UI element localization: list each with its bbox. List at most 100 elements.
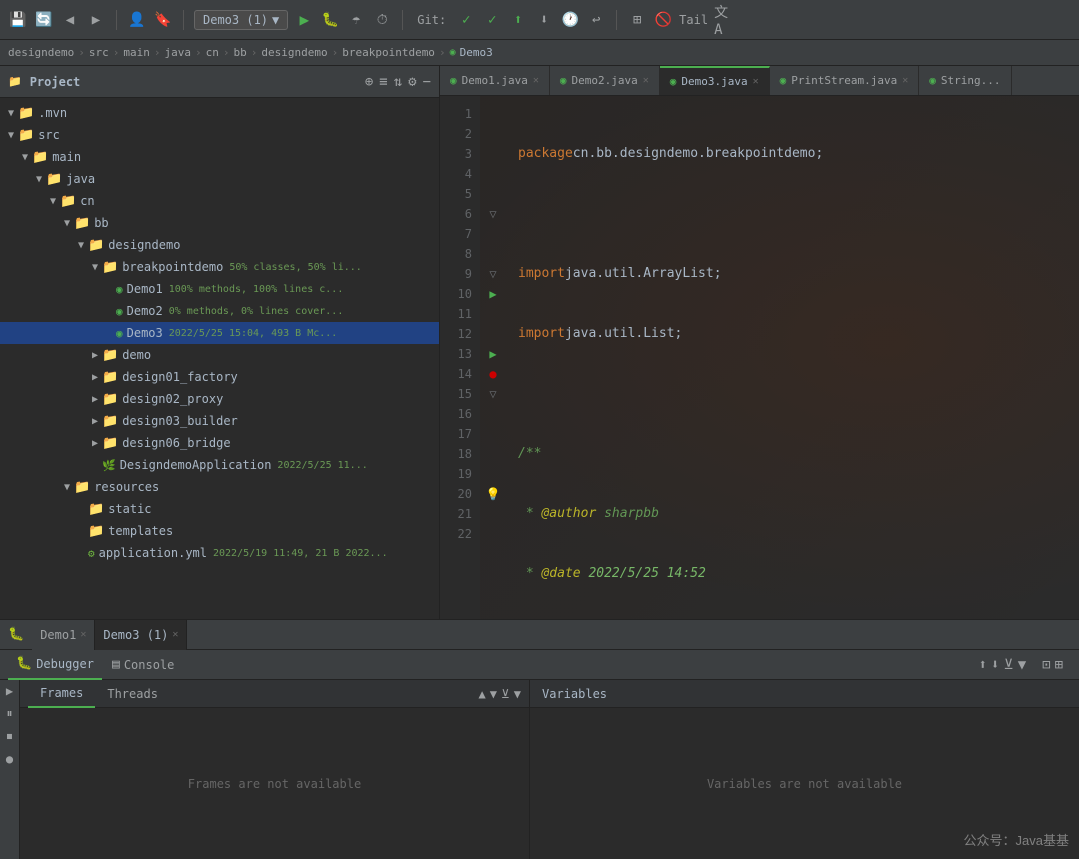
tab-close-demo1[interactable]: ✕ xyxy=(533,75,539,86)
tree-item-src[interactable]: ▼ 📁 src xyxy=(0,124,439,146)
debug-close-demo3[interactable]: ✕ xyxy=(172,629,178,640)
git-revert-icon[interactable]: ↩ xyxy=(586,10,606,30)
profile-icon[interactable]: ⏱ xyxy=(372,10,392,30)
tab-demo3[interactable]: ◉ Demo3.java ✕ xyxy=(660,66,770,96)
settings-icon[interactable]: ⚙ xyxy=(408,74,416,90)
resume-icon[interactable]: ▶ xyxy=(6,684,13,698)
forward-icon[interactable]: ▶ xyxy=(86,10,106,30)
debug-tab-console[interactable]: ▤ Console xyxy=(104,650,182,680)
step-into-icon[interactable]: ⬇ xyxy=(991,657,999,673)
code-content[interactable]: package cn.bb.designdemo.breakpointdemo;… xyxy=(506,96,1079,619)
tree-item-design02[interactable]: ▶ 📁 design02_proxy xyxy=(0,388,439,410)
tree-item-design01[interactable]: ▶ 📁 design01_factory xyxy=(0,366,439,388)
tree-item-mvn[interactable]: ▼ 📁 .mvn xyxy=(0,102,439,124)
frames-tab[interactable]: Frames xyxy=(28,680,95,708)
no-layout-icon[interactable]: 🚫 xyxy=(653,10,673,30)
tree-item-java[interactable]: ▼ 📁 java xyxy=(0,168,439,190)
down-icon[interactable]: ▼ xyxy=(490,687,497,701)
breakpoints-icon[interactable]: ● xyxy=(6,752,13,766)
meta-app: 2022/5/25 11... xyxy=(277,460,367,471)
stop-icon[interactable]: ⏹ xyxy=(6,729,12,744)
tab-close-demo3[interactable]: ✕ xyxy=(753,76,759,87)
tab-demo1[interactable]: ◉ Demo1.java ✕ xyxy=(440,66,550,96)
debug-run-icon[interactable]: 🐛 xyxy=(320,10,340,30)
git-label: Git: xyxy=(417,13,446,27)
translate-icon[interactable]: 文A xyxy=(714,10,734,30)
add-icon[interactable]: ⊕ xyxy=(365,74,373,90)
tab-demo2[interactable]: ◉ Demo2.java ✕ xyxy=(550,66,660,96)
sort-icon[interactable]: ⇅ xyxy=(394,74,402,90)
user-icon[interactable]: 👤 xyxy=(127,10,147,30)
coverage-icon[interactable]: ☂ xyxy=(346,10,366,30)
up-icon[interactable]: ▲ xyxy=(479,687,486,701)
git-check-icon[interactable]: ✓ xyxy=(456,10,476,30)
bookmark-icon[interactable]: 🔖 xyxy=(153,10,173,30)
more2-icon[interactable]: ▼ xyxy=(514,687,521,701)
tail-label: Tail xyxy=(679,13,708,27)
tree-item-templates[interactable]: 📁 templates xyxy=(0,520,439,542)
tab-printstream[interactable]: ◉ PrintStream.java ✕ xyxy=(770,66,920,96)
tree-item-cn[interactable]: ▼ 📁 cn xyxy=(0,190,439,212)
tree-item-demo2[interactable]: ◉ Demo2 0% methods, 0% lines cover... xyxy=(0,300,439,322)
filter-icon[interactable]: ⊻ xyxy=(1003,657,1013,673)
breadcrumb-breakpointdemo[interactable]: breakpointdemo xyxy=(342,46,435,59)
git-history-icon[interactable]: 🕐 xyxy=(560,10,580,30)
back-icon[interactable]: ◀ xyxy=(60,10,80,30)
breadcrumb-designdemo[interactable]: designdemo xyxy=(8,46,74,59)
breadcrumb-main[interactable]: main xyxy=(123,46,150,59)
collapse-icon[interactable]: ≡ xyxy=(379,74,387,90)
debug-session-demo1[interactable]: Demo1 ✕ xyxy=(32,620,95,650)
git-check2-icon[interactable]: ✓ xyxy=(482,10,502,30)
restore-icon[interactable]: ⊡ xyxy=(1042,657,1050,673)
project-sidebar: 📁 Project ⊕ ≡ ⇅ ⚙ − ▼ 📁 .mvn ▼ 📁 src xyxy=(0,66,440,619)
close-icon[interactable]: − xyxy=(423,74,431,90)
tree-item-designdemo[interactable]: ▼ 📁 designdemo xyxy=(0,234,439,256)
debug-frames-panel: Frames Threads ▲ ▼ ⊻ ▼ Frames are not av… xyxy=(20,680,530,859)
item-name-app: DesigndemoApplication xyxy=(120,458,272,472)
save-icon[interactable]: 💾 xyxy=(8,10,28,30)
tab-string[interactable]: ◉ String... xyxy=(919,66,1011,96)
sync-icon[interactable]: 🔄 xyxy=(34,10,54,30)
breadcrumb-sep2: › xyxy=(113,46,120,59)
layout-icon[interactable]: ⊞ xyxy=(627,10,647,30)
more-icon[interactable]: ▼ xyxy=(1018,657,1026,673)
step-over-icon[interactable]: ⬆ xyxy=(979,657,987,673)
tree-item-demo[interactable]: ▶ 📁 demo xyxy=(0,344,439,366)
tree-item-resources[interactable]: ▼ 📁 resources xyxy=(0,476,439,498)
breadcrumb-java[interactable]: java xyxy=(164,46,191,59)
debug-bug-icon[interactable]: 🐛 xyxy=(0,627,32,642)
tree-item-bb[interactable]: ▼ 📁 bb xyxy=(0,212,439,234)
debug-close-demo1[interactable]: ✕ xyxy=(80,629,86,640)
tree-item-app[interactable]: 🌿 DesigndemoApplication 2022/5/25 11... xyxy=(0,454,439,476)
git-merge-icon[interactable]: ⬇ xyxy=(534,10,554,30)
breadcrumb-bb[interactable]: bb xyxy=(233,46,246,59)
tree-item-static[interactable]: 📁 static xyxy=(0,498,439,520)
run-button[interactable]: ▶ xyxy=(294,10,314,30)
breadcrumb-src[interactable]: src xyxy=(89,46,109,59)
threads-tab[interactable]: Threads xyxy=(95,680,170,708)
git-push-icon[interactable]: ⬆ xyxy=(508,10,528,30)
tree-item-breakpointdemo[interactable]: ▼ 📁 breakpointdemo 50% classes, 50% li..… xyxy=(0,256,439,278)
tab-label-string: String... xyxy=(941,74,1001,87)
tab-close-printstream[interactable]: ✕ xyxy=(902,75,908,86)
editor-area: ◉ Demo1.java ✕ ◉ Demo2.java ✕ ◉ Demo3.ja… xyxy=(440,66,1079,619)
tree-item-main[interactable]: ▼ 📁 main xyxy=(0,146,439,168)
run-config-selector[interactable]: Demo3 (1) ▼ xyxy=(194,10,288,30)
pause-icon[interactable]: ⏸ xyxy=(6,706,12,721)
tab-close-demo2[interactable]: ✕ xyxy=(643,75,649,86)
tree-item-demo3[interactable]: ◉ Demo3 2022/5/25 15:04, 493 B Mc... xyxy=(0,322,439,344)
export-icon[interactable]: ⊞ xyxy=(1055,657,1063,673)
code-line-1: package cn.bb.designdemo.breakpointdemo; xyxy=(518,144,1071,164)
breadcrumb-demo3[interactable]: Demo3 xyxy=(460,46,493,59)
debug-tab-debugger[interactable]: 🐛 Debugger xyxy=(8,650,102,680)
folder-icon-src: 📁 xyxy=(18,128,34,143)
tree-item-demo1[interactable]: ◉ Demo1 100% methods, 100% lines c... xyxy=(0,278,439,300)
breadcrumb-cn[interactable]: cn xyxy=(206,46,219,59)
breadcrumb-designdemo2[interactable]: designdemo xyxy=(261,46,327,59)
filter2-icon[interactable]: ⊻ xyxy=(501,687,510,701)
debug-session-demo3[interactable]: Demo3 (1) ✕ xyxy=(95,620,187,650)
breadcrumb-sep5: › xyxy=(223,46,230,59)
tree-item-application-yml[interactable]: ⚙ application.yml 2022/5/19 11:49, 21 B … xyxy=(0,542,439,564)
tree-item-design03[interactable]: ▶ 📁 design03_builder xyxy=(0,410,439,432)
tree-item-design06[interactable]: ▶ 📁 design06_bridge xyxy=(0,432,439,454)
